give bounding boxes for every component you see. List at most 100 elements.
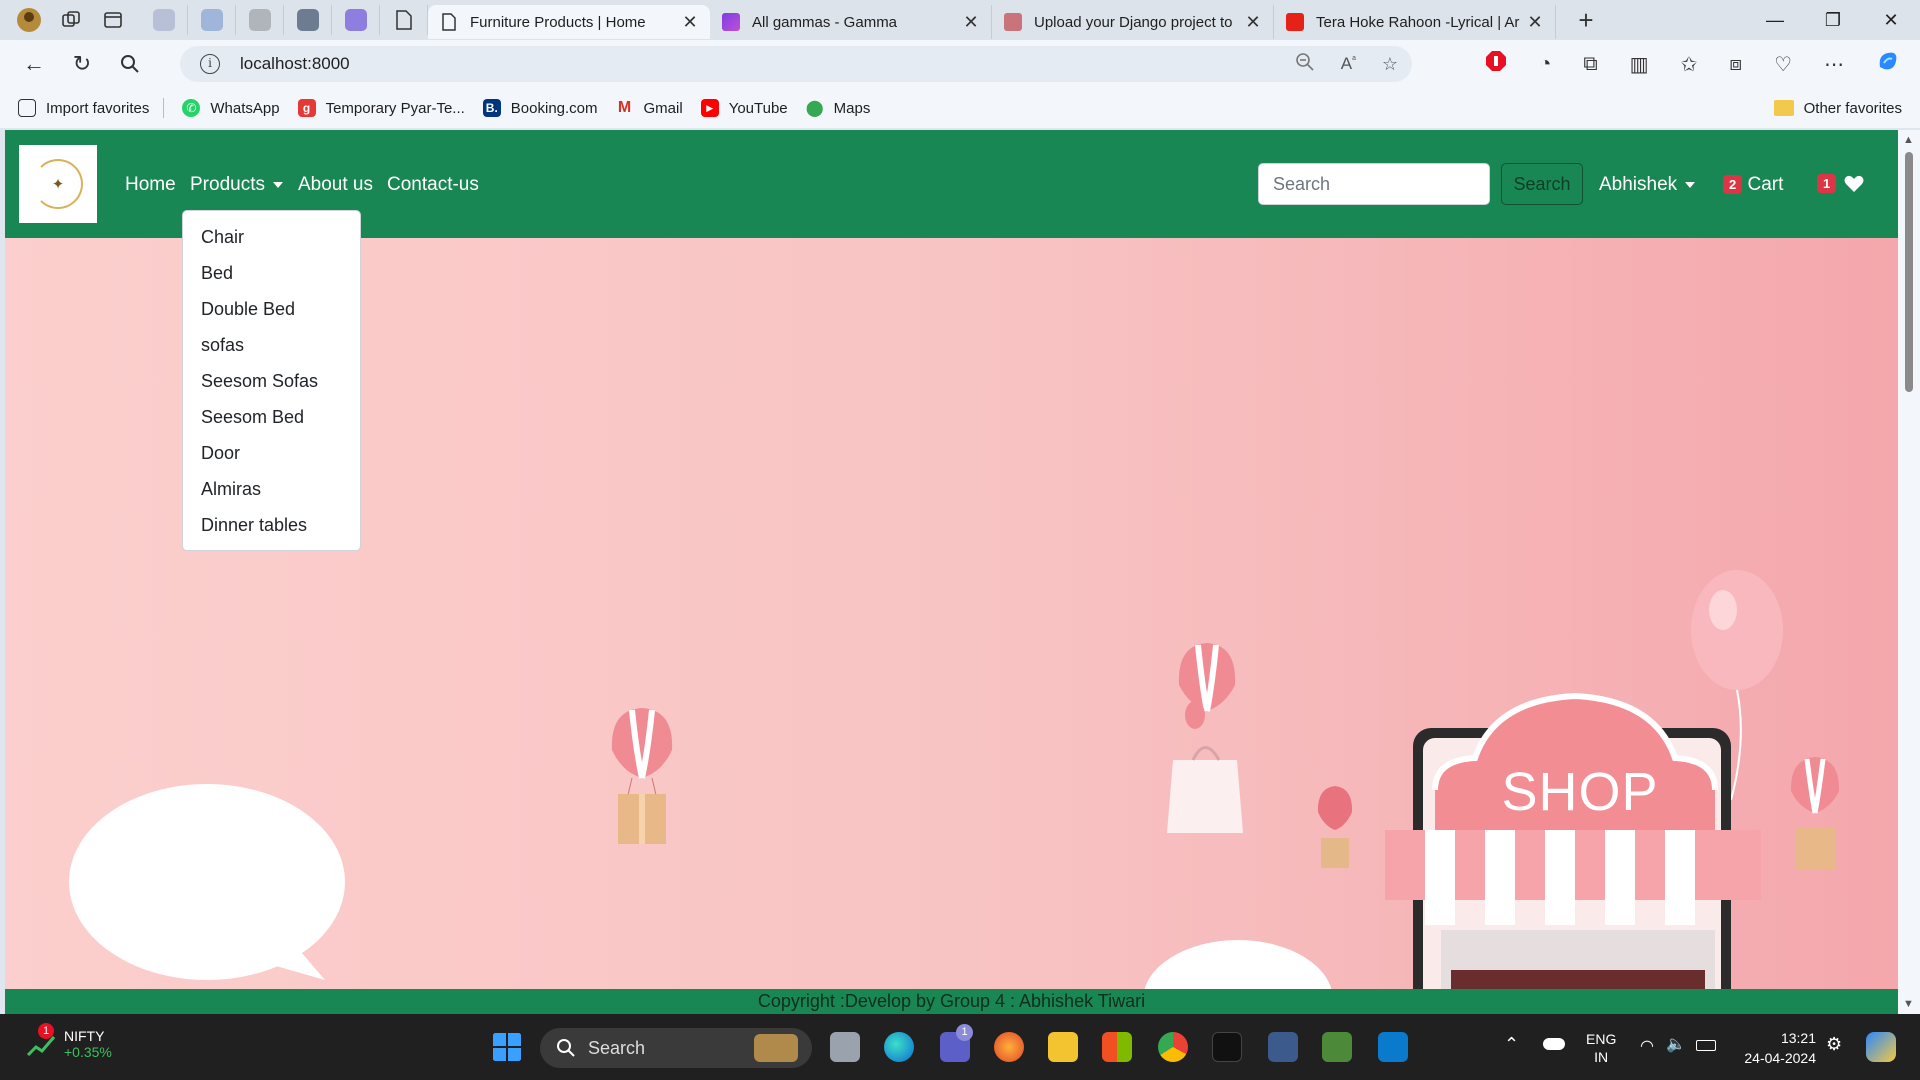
dropdown-item-double-bed[interactable]: Double Bed bbox=[183, 291, 360, 327]
firefox-icon[interactable] bbox=[994, 1032, 1024, 1062]
scroll-down-icon[interactable]: ▼ bbox=[1903, 998, 1914, 1010]
microsoft-store-icon[interactable] bbox=[1102, 1032, 1132, 1062]
notepad-plus-icon[interactable] bbox=[1322, 1032, 1352, 1062]
favorites-icon[interactable]: ✩ bbox=[1681, 52, 1698, 77]
language-indicator[interactable]: ENG IN bbox=[1586, 1030, 1616, 1066]
dropdown-item-seesom-sofas[interactable]: Seesom Sofas bbox=[183, 363, 360, 399]
pinned-tab-1[interactable] bbox=[140, 5, 188, 35]
language-line2: IN bbox=[1594, 1049, 1609, 1065]
wishlist-link[interactable]: 1 bbox=[1817, 174, 1864, 193]
tab-title: All gammas - Gamma bbox=[752, 13, 898, 31]
back-icon[interactable]: ← bbox=[14, 46, 54, 82]
copilot-icon[interactable] bbox=[1866, 1032, 1896, 1062]
clock[interactable]: 13:21 24-04-2024 bbox=[1736, 1028, 1816, 1068]
favorite-temporary-pyar[interactable]: g Temporary Pyar-Te... bbox=[297, 99, 465, 117]
zoom-icon[interactable] bbox=[1295, 52, 1315, 77]
close-tab-icon[interactable]: ✕ bbox=[680, 12, 700, 33]
search-icon[interactable] bbox=[110, 46, 150, 82]
logo-emblem-icon: ✦ bbox=[33, 159, 83, 209]
minimize-icon[interactable]: — bbox=[1746, 0, 1804, 40]
nav-contact-link[interactable]: Contact-us bbox=[387, 174, 479, 196]
windows-start-icon[interactable] bbox=[492, 1032, 522, 1062]
profile-avatar-icon[interactable] bbox=[12, 6, 46, 34]
teams-app[interactable]: 1 bbox=[940, 1024, 973, 1062]
tab-title: Furniture Products | Home bbox=[470, 13, 646, 31]
user-dropdown[interactable]: Abhishek bbox=[1599, 174, 1696, 196]
favorite-whatsapp[interactable]: ✆ WhatsApp bbox=[182, 99, 280, 117]
affinity-icon[interactable] bbox=[1212, 1032, 1242, 1062]
taskbar-search[interactable]: Search bbox=[540, 1028, 812, 1068]
address-bar[interactable]: i localhost:8000 Aᵃ ☆ bbox=[180, 46, 1412, 82]
split-screen-icon[interactable]: ▥ bbox=[1630, 52, 1649, 77]
favorite-booking[interactable]: B. Booking.com bbox=[482, 99, 598, 117]
favorite-import[interactable]: Import favorites bbox=[18, 99, 149, 117]
favorite-star-icon[interactable]: ☆ bbox=[1382, 54, 1398, 75]
pinned-tab-5[interactable] bbox=[332, 5, 380, 35]
browser-essentials-icon[interactable]: ♡ bbox=[1774, 52, 1792, 77]
more-options-icon[interactable]: ⋯ bbox=[1824, 52, 1844, 77]
omnibox-actions: Aᵃ ☆ bbox=[1295, 46, 1398, 82]
adblock-icon[interactable] bbox=[1485, 50, 1507, 78]
favorite-maps[interactable]: ⬤ Maps bbox=[806, 99, 871, 118]
favorite-gmail[interactable]: M Gmail bbox=[616, 99, 683, 117]
dropdown-item-almiras[interactable]: Almiras bbox=[183, 471, 360, 507]
edge-icon[interactable] bbox=[884, 1032, 914, 1062]
performance-icon[interactable]: ◔ bbox=[1539, 53, 1551, 76]
import-icon bbox=[18, 99, 36, 117]
site-info-icon[interactable]: i bbox=[200, 54, 220, 74]
file-explorer-icon[interactable] bbox=[1048, 1032, 1078, 1062]
dropdown-item-chair[interactable]: Chair bbox=[183, 219, 360, 255]
nav-products-dropdown[interactable]: Products bbox=[190, 174, 283, 196]
restore-icon[interactable]: ❐ bbox=[1804, 0, 1862, 40]
extensions-icon[interactable]: ⧉ bbox=[1583, 53, 1597, 76]
tab-django-upload[interactable]: Upload your Django project to ✕ bbox=[992, 5, 1274, 39]
close-window-icon[interactable]: ✕ bbox=[1862, 0, 1920, 40]
volume-icon[interactable]: 🔈 bbox=[1666, 1034, 1686, 1054]
pinned-tab-2[interactable] bbox=[188, 5, 236, 35]
battery-icon[interactable] bbox=[1696, 1040, 1716, 1051]
search-input[interactable] bbox=[1258, 163, 1490, 205]
task-view-icon[interactable] bbox=[830, 1032, 860, 1062]
workspaces-icon[interactable] bbox=[54, 6, 88, 34]
close-tab-icon[interactable]: ✕ bbox=[961, 12, 981, 33]
vscode-icon[interactable] bbox=[1378, 1032, 1408, 1062]
page-scrollbar[interactable]: ▲ ▼ bbox=[1898, 130, 1920, 1014]
dropdown-item-sofas[interactable]: sofas bbox=[183, 327, 360, 363]
tab-furniture-products[interactable]: Furniture Products | Home ✕ bbox=[428, 5, 710, 39]
dropdown-item-bed[interactable]: Bed bbox=[183, 255, 360, 291]
wifi-icon[interactable]: ◠ bbox=[1640, 1036, 1654, 1056]
other-favorites[interactable]: Other favorites bbox=[1773, 100, 1902, 117]
scroll-up-icon[interactable]: ▲ bbox=[1903, 134, 1914, 146]
onedrive-icon[interactable] bbox=[1543, 1038, 1565, 1050]
tab-gamma[interactable]: All gammas - Gamma ✕ bbox=[710, 5, 992, 39]
balloon-bag bbox=[1167, 643, 1243, 833]
refresh-icon[interactable]: ↻ bbox=[62, 46, 102, 82]
stock-widget[interactable]: 1 NIFTY +0.35% bbox=[26, 1023, 112, 1060]
tab-tera-hoke-rahoon[interactable]: Tera Hoke Rahoon -Lyrical | Ar ✕ bbox=[1274, 5, 1556, 39]
search-button[interactable]: Search bbox=[1501, 163, 1583, 205]
pinned-tab-3[interactable] bbox=[236, 5, 284, 35]
nav-about-link[interactable]: About us bbox=[298, 174, 373, 196]
tab-actions-icon[interactable] bbox=[96, 6, 130, 34]
copilot-icon[interactable] bbox=[1876, 49, 1900, 79]
close-tab-icon[interactable]: ✕ bbox=[1243, 12, 1263, 33]
pinned-tab-4[interactable] bbox=[284, 5, 332, 35]
favorite-youtube[interactable]: ▶ YouTube bbox=[700, 99, 788, 117]
favorite-label: WhatsApp bbox=[210, 99, 280, 117]
sql-server-icon[interactable] bbox=[1268, 1032, 1298, 1062]
close-tab-icon[interactable]: ✕ bbox=[1525, 12, 1545, 33]
notification-settings-icon[interactable]: ⚙ bbox=[1826, 1034, 1842, 1055]
pinned-tab-6[interactable] bbox=[380, 5, 428, 35]
cart-link[interactable]: 2 Cart bbox=[1723, 174, 1783, 196]
show-hidden-icons[interactable]: ⌃ bbox=[1504, 1034, 1519, 1055]
scrollbar-thumb[interactable] bbox=[1905, 152, 1913, 392]
chrome-icon[interactable] bbox=[1158, 1032, 1188, 1062]
dropdown-item-door[interactable]: Door bbox=[183, 435, 360, 471]
site-logo[interactable]: ✦ bbox=[19, 145, 97, 223]
new-tab-button[interactable]: + bbox=[1566, 5, 1606, 36]
dropdown-item-dinner-tables[interactable]: Dinner tables bbox=[183, 507, 360, 543]
dropdown-item-seesom-bed[interactable]: Seesom Bed bbox=[183, 399, 360, 435]
nav-home-link[interactable]: Home bbox=[125, 174, 176, 196]
read-aloud-icon[interactable]: Aᵃ bbox=[1341, 54, 1356, 74]
collections-icon[interactable]: ⧈ bbox=[1729, 53, 1742, 76]
